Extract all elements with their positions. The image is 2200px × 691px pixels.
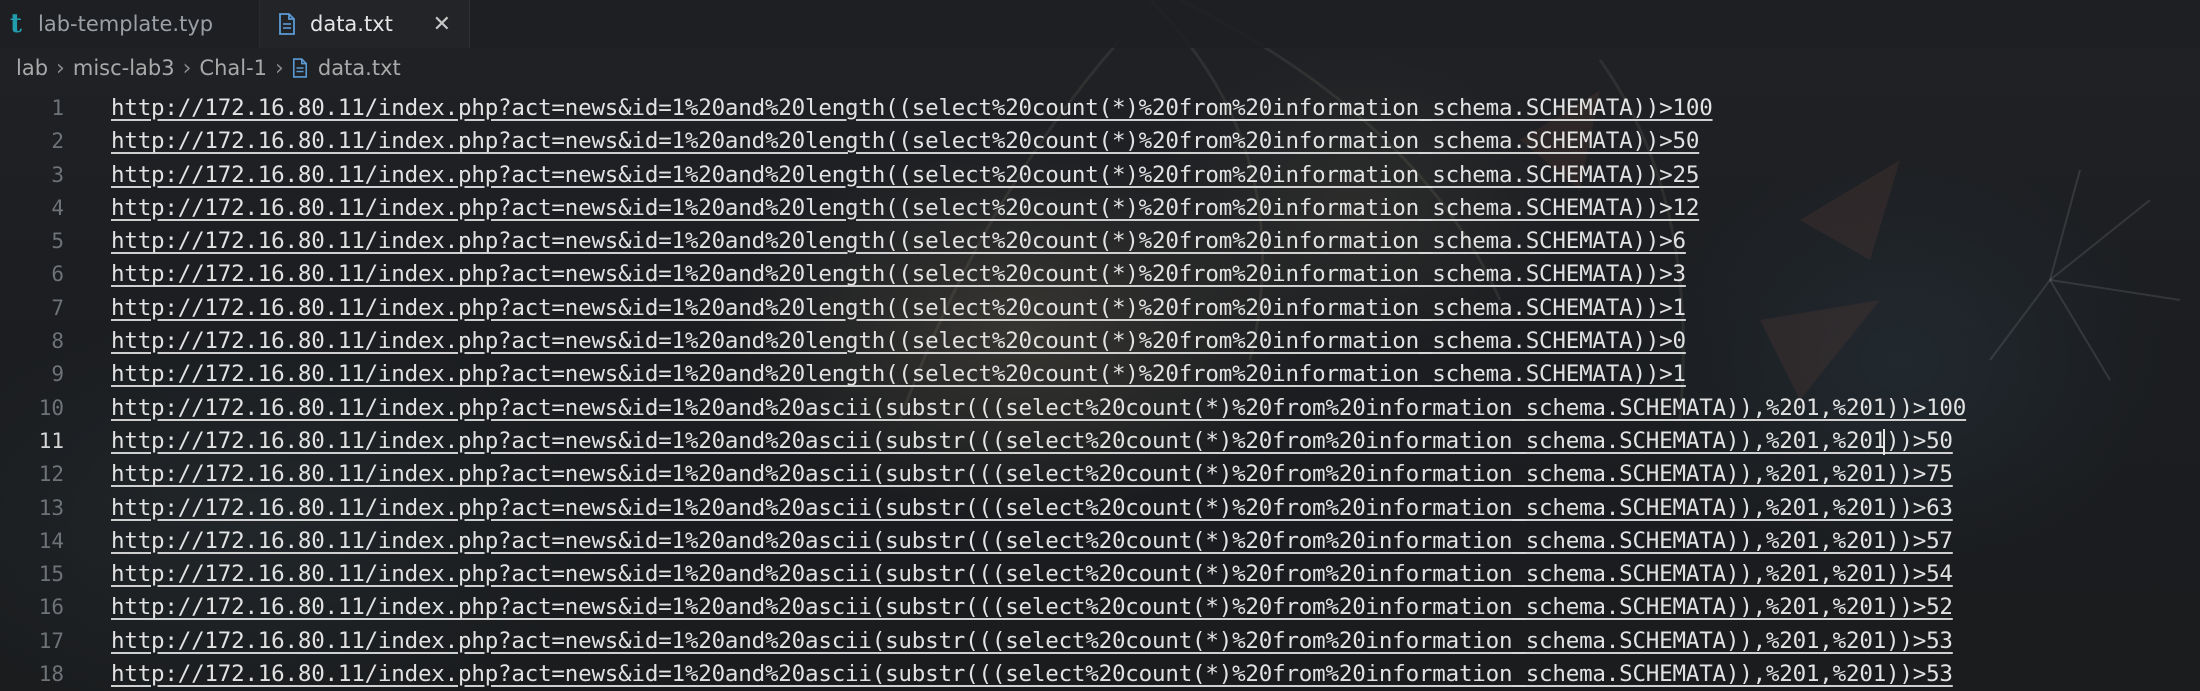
line-text[interactable]: http://172.16.80.11/index.php?act=news&i… <box>111 458 1953 491</box>
chevron-right-icon: › <box>56 55 65 81</box>
editor-line-current[interactable]: 11 http://172.16.80.11/index.php?act=new… <box>0 425 2200 458</box>
line-text[interactable]: http://172.16.80.11/index.php?act=news&i… <box>111 658 1953 691</box>
line-text[interactable]: http://172.16.80.11/index.php?act=news&i… <box>111 159 1699 192</box>
line-number: 8 <box>51 329 64 354</box>
chevron-right-icon: › <box>182 55 192 81</box>
text-file-icon <box>278 13 296 35</box>
line-text[interactable]: http://172.16.80.11/index.php?act=news&i… <box>111 558 1953 591</box>
line-number: 6 <box>51 262 64 287</box>
tab-data-txt[interactable]: data.txt ✕ <box>260 0 470 48</box>
line-number: 18 <box>38 662 64 687</box>
line-number: 15 <box>38 562 64 587</box>
editor-line[interactable]: 15 http://172.16.80.11/index.php?act=new… <box>0 558 2200 591</box>
line-number: 14 <box>38 528 64 553</box>
line-number: 3 <box>51 162 64 187</box>
line-number: 13 <box>38 495 64 520</box>
line-number: 17 <box>38 628 64 653</box>
line-text[interactable]: http://172.16.80.11/index.php?act=news&i… <box>111 358 1686 391</box>
line-text[interactable]: http://172.16.80.11/index.php?act=news&i… <box>111 392 1966 425</box>
typst-icon: t <box>10 9 23 39</box>
editor-line[interactable]: 9 http://172.16.80.11/index.php?act=news… <box>0 358 2200 391</box>
tab-bar: t lab-template.typ data.txt ✕ <box>0 0 2200 48</box>
editor-line[interactable]: 10 http://172.16.80.11/index.php?act=new… <box>0 392 2200 425</box>
text-file-icon <box>292 58 308 78</box>
breadcrumb-data-txt[interactable]: data.txt <box>318 56 401 80</box>
line-number: 5 <box>51 229 64 254</box>
editor-line[interactable]: 2 http://172.16.80.11/index.php?act=news… <box>0 125 2200 158</box>
line-text[interactable]: http://172.16.80.11/index.php?act=news&i… <box>111 225 1686 258</box>
editor-line[interactable]: 7 http://172.16.80.11/index.php?act=news… <box>0 292 2200 325</box>
line-number: 11 <box>38 428 64 453</box>
breadcrumb-lab[interactable]: lab <box>16 56 48 80</box>
tab-label: lab-template.typ <box>38 12 214 36</box>
line-text[interactable]: http://172.16.80.11/index.php?act=news&i… <box>111 625 1953 658</box>
line-text[interactable]: http://172.16.80.11/index.php?act=news&i… <box>111 125 1699 158</box>
editor-line[interactable]: 4 http://172.16.80.11/index.php?act=news… <box>0 192 2200 225</box>
line-text[interactable]: http://172.16.80.11/index.php?act=news&i… <box>111 192 1699 225</box>
line-text[interactable]: http://172.16.80.11/index.php?act=news&i… <box>111 258 1686 291</box>
tab-label: data.txt <box>310 12 393 36</box>
line-number: 16 <box>38 595 64 620</box>
line-number: 10 <box>38 395 64 420</box>
line-text[interactable]: http://172.16.80.11/index.php?act=news&i… <box>111 292 1686 325</box>
editor-line[interactable]: 13 http://172.16.80.11/index.php?act=new… <box>0 492 2200 525</box>
line-text[interactable]: http://172.16.80.11/index.php?act=news&i… <box>111 492 1953 525</box>
editor-line[interactable]: 14 http://172.16.80.11/index.php?act=new… <box>0 525 2200 558</box>
line-text[interactable]: http://172.16.80.11/index.php?act=news&i… <box>111 525 1953 558</box>
editor-line[interactable]: 16 http://172.16.80.11/index.php?act=new… <box>0 591 2200 624</box>
editor-line[interactable]: 6 http://172.16.80.11/index.php?act=news… <box>0 258 2200 291</box>
line-number: 4 <box>51 195 64 220</box>
code-editor[interactable]: 1 http://172.16.80.11/index.php?act=news… <box>0 92 2200 691</box>
tab-lab-template[interactable]: t lab-template.typ <box>0 0 260 48</box>
line-number: 2 <box>51 129 64 154</box>
line-number: 1 <box>51 96 64 120</box>
text-cursor <box>1883 428 1885 455</box>
editor-line[interactable]: 3 http://172.16.80.11/index.php?act=news… <box>0 159 2200 192</box>
editor-line[interactable]: 12 http://172.16.80.11/index.php?act=new… <box>0 458 2200 491</box>
editor-line[interactable]: 8 http://172.16.80.11/index.php?act=news… <box>0 325 2200 358</box>
chevron-right-icon: › <box>275 55 284 81</box>
editor-line[interactable]: 1 http://172.16.80.11/index.php?act=news… <box>0 92 2200 125</box>
breadcrumb-misc-lab3[interactable]: misc-lab3 <box>73 56 175 80</box>
line-text[interactable]: http://172.16.80.11/index.php?act=news&i… <box>111 92 1713 125</box>
line-text[interactable]: http://172.16.80.11/index.php?act=news&i… <box>111 591 1953 624</box>
line-number: 7 <box>51 295 64 320</box>
close-icon[interactable]: ✕ <box>433 12 451 37</box>
breadcrumb-chal-1[interactable]: Chal-1 <box>199 56 267 80</box>
line-number: 12 <box>38 462 64 487</box>
editor-line[interactable]: 17 http://172.16.80.11/index.php?act=new… <box>0 625 2200 658</box>
line-text[interactable]: http://172.16.80.11/index.php?act=news&i… <box>111 325 1686 358</box>
editor-line[interactable]: 5 http://172.16.80.11/index.php?act=news… <box>0 225 2200 258</box>
line-number: 9 <box>51 362 64 387</box>
line-text[interactable]: http://172.16.80.11/index.php?act=news&i… <box>111 425 1953 458</box>
editor-line[interactable]: 18 http://172.16.80.11/index.php?act=new… <box>0 658 2200 691</box>
breadcrumb: lab › misc-lab3 › Chal-1 › data.txt <box>0 48 2200 88</box>
